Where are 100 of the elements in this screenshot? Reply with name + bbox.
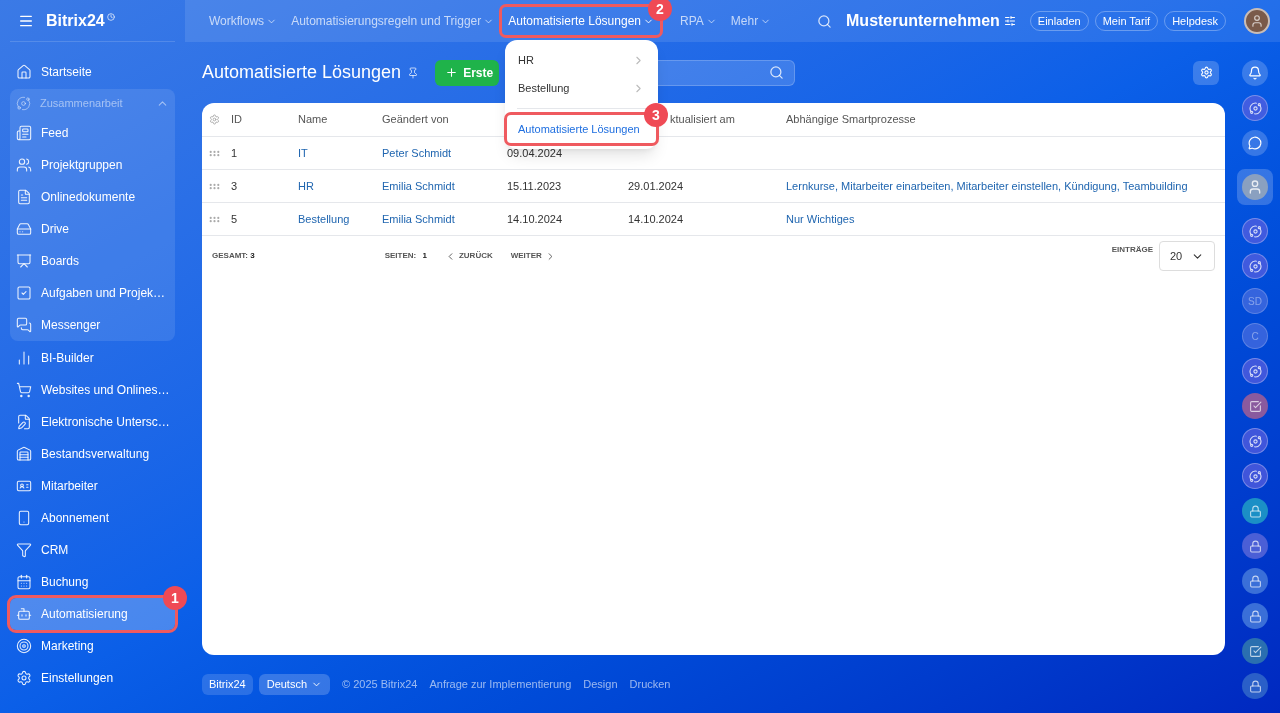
user-link[interactable]: Emilia Schmidt [382, 210, 507, 228]
sidebar-item[interactable]: BI-Builder [10, 342, 175, 374]
nav-tab[interactable]: Workflows [203, 7, 284, 35]
chat-avatar[interactable] [1242, 428, 1268, 454]
checkbox-icon [1248, 644, 1262, 658]
plus-icon [445, 66, 459, 79]
lock-icon [1248, 609, 1262, 623]
chat-avatar[interactable] [1242, 218, 1268, 244]
sidebar-item[interactable]: Mitarbeiter [10, 470, 175, 502]
menu-item-icon [16, 285, 32, 301]
sidebar-item[interactable]: Feed [10, 117, 175, 149]
menu-item-icon [16, 350, 32, 366]
footer-logo[interactable]: Bitrix24 [202, 673, 253, 695]
chat-avatar[interactable] [1242, 253, 1268, 279]
menu-item-icon [16, 446, 32, 462]
sidebar-item[interactable]: Websites und Onlines… [10, 374, 175, 406]
next-button[interactable]: WEITER [510, 250, 556, 262]
name-link[interactable]: HR [298, 177, 382, 195]
name-link[interactable]: IT [298, 144, 382, 162]
logo[interactable]: Bitrix24 [46, 8, 105, 33]
user-link[interactable]: Emilia Schmidt [382, 177, 507, 195]
annotation-badge: 3 [644, 103, 668, 127]
chat-button[interactable] [1242, 130, 1268, 156]
chat-avatar[interactable] [1242, 498, 1268, 524]
menu-item-icon [16, 414, 32, 430]
footer-link[interactable]: Drucken [629, 675, 671, 693]
nav-tab[interactable]: RPA [674, 7, 723, 35]
spiral-icon [1248, 434, 1262, 448]
table-cell-text: 29.01.2024 [628, 178, 685, 194]
menu-item-icon [16, 125, 32, 141]
smart-process-links[interactable]: Lernkurse, Mitarbeiter einarbeiten, Mitarbeiter einstellen, Kündigung, Teambuilding [786, 177, 1225, 195]
sidebar-item[interactable]: Elektronische Untersc… [10, 406, 175, 438]
clock-icon [106, 12, 115, 21]
sidebar-item[interactable]: Drive [10, 213, 175, 245]
chat-avatar[interactable] [1242, 638, 1268, 664]
sidebar-item[interactable]: Abonnement [10, 502, 175, 534]
company-name[interactable]: Musterunternehmen [846, 9, 1000, 33]
sidebar-item[interactable]: Projektgruppen [10, 149, 175, 181]
menu-item-icon [16, 382, 32, 398]
lock-icon [1248, 679, 1262, 693]
dropdown-item[interactable]: Bestellung [507, 74, 656, 102]
sliders-icon[interactable] [1003, 15, 1016, 27]
chat-avatar[interactable] [1242, 358, 1268, 384]
chat-avatar[interactable] [1242, 95, 1268, 121]
nav-tab[interactable]: Mehr [724, 7, 778, 35]
lock-icon [1248, 504, 1262, 518]
chat-avatar[interactable] [1242, 463, 1268, 489]
dropdown-item[interactable]: HR [507, 46, 656, 74]
menu-item-icon [16, 670, 32, 686]
chat-avatar[interactable] [1242, 673, 1268, 699]
table-cell-text: 14.10.2024 [628, 211, 685, 227]
smart-process-links[interactable]: Nur Wichtiges [786, 210, 1225, 228]
user-link[interactable]: Peter Schmidt [382, 144, 507, 162]
sidebar-item[interactable]: Einstellungen [10, 662, 175, 694]
sidebar-item[interactable]: CRM [10, 534, 175, 566]
page-title: Automatisierte Lösungen [202, 61, 402, 84]
user-icon [1247, 179, 1263, 195]
menu-item-icon [16, 64, 32, 80]
settings-icon [1199, 66, 1213, 79]
chat-avatar[interactable] [1242, 393, 1268, 419]
footer-link[interactable]: Anfrage zur Implementierung [429, 675, 572, 693]
menu-item-icon [16, 253, 32, 269]
pin-icon[interactable] [407, 66, 420, 79]
column-header: ktualisiert am [670, 112, 735, 128]
chat-avatar[interactable] [1242, 533, 1268, 559]
sidebar-item[interactable]: Aufgaben und Projek… [10, 277, 175, 309]
entries-label: EINTRÄGE [1111, 244, 1153, 256]
sidebar-item[interactable]: Marketing [10, 630, 175, 662]
previous-button[interactable]: ZURÜCK [444, 250, 493, 262]
chat-avatar[interactable] [1242, 568, 1268, 594]
user-avatar[interactable] [1244, 8, 1270, 34]
sidebar-item[interactable]: Bestandsverwaltung [10, 438, 175, 470]
pages-label: SEITEN: 1 [384, 250, 427, 262]
nav-tab[interactable]: Automatisierungsregeln und Trigger [285, 7, 501, 35]
chat-avatar[interactable] [1242, 603, 1268, 629]
name-link[interactable]: Bestellung [298, 210, 382, 228]
page-size-select[interactable]: 20 [1159, 241, 1215, 271]
create-button[interactable]: Erste [435, 59, 500, 86]
annotation-badge: 2 [648, 0, 672, 21]
spiral-icon [1248, 101, 1262, 115]
sidebar-item[interactable]: Startseite [10, 56, 175, 88]
settings-button[interactable] [1193, 60, 1219, 85]
sidebar-item[interactable]: Boards [10, 245, 175, 277]
menu-item-icon [16, 638, 32, 654]
notification-button[interactable] [1242, 60, 1268, 86]
spiral-icon [1248, 224, 1262, 238]
total-label: GESAMT: 3 [212, 250, 255, 262]
table-cell-text: 14.10.2024 [507, 211, 564, 227]
search-icon[interactable] [817, 13, 833, 29]
table-cell-text: 5 [231, 211, 239, 227]
footer-link[interactable]: Design [583, 675, 618, 693]
menu-item-icon [16, 542, 32, 558]
menu-item-icon [16, 510, 32, 526]
sidebar-item[interactable]: Messenger [10, 309, 175, 341]
column-header: Name [298, 112, 328, 128]
language-select[interactable]: Deutsch [258, 673, 331, 695]
spiral-icon [1248, 259, 1262, 273]
sidebar-item[interactable]: Onlinedokumente [10, 181, 175, 213]
menu-item-icon [16, 157, 32, 173]
chat-icon [1248, 136, 1262, 150]
